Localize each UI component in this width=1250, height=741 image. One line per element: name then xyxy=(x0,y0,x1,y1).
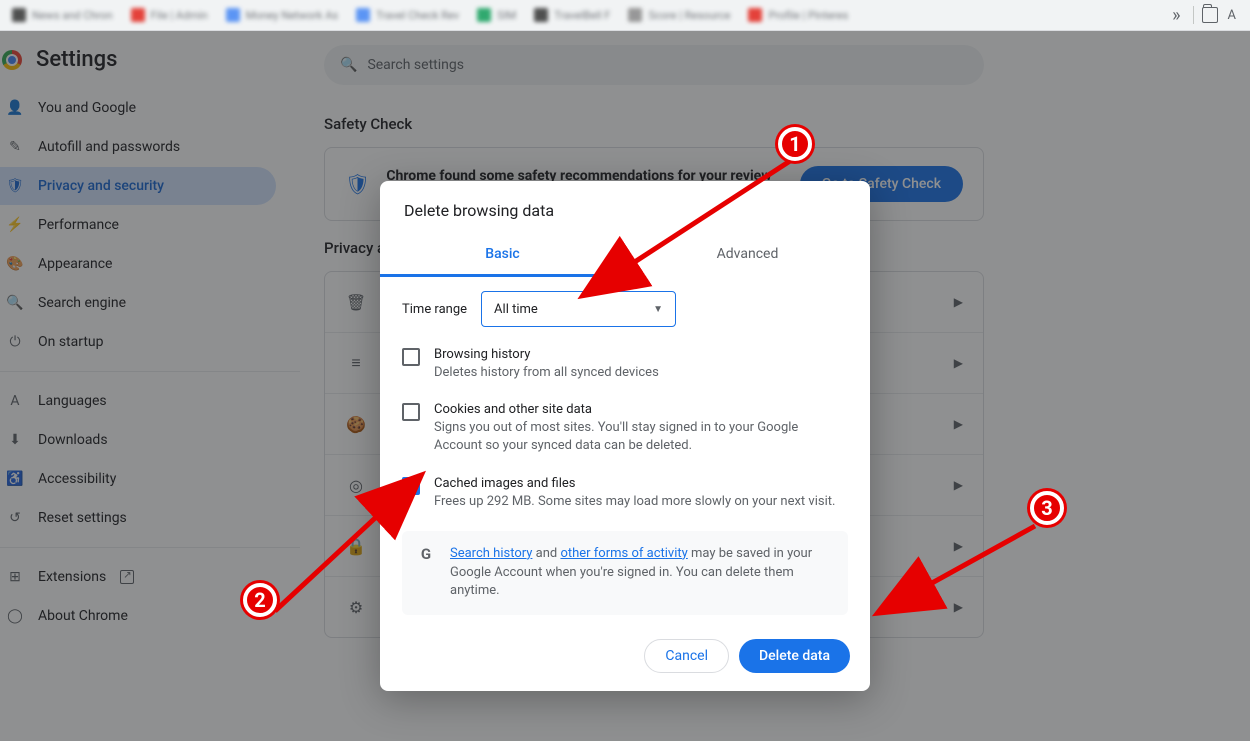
delete-browsing-data-dialog: Delete browsing data Basic Advanced Time… xyxy=(380,181,870,691)
browser-tabstrip: News and Chron File | Admin Money Networ… xyxy=(0,0,1250,31)
time-range-label: Time range xyxy=(402,302,467,317)
google-account-info: G Search history and other forms of acti… xyxy=(402,531,848,616)
favicon-icon xyxy=(477,8,491,22)
divider xyxy=(1193,6,1194,24)
checkbox-cookies-and-other-site-data[interactable] xyxy=(402,403,420,421)
clear-data-option: Cookies and other site data Signs you ou… xyxy=(402,392,848,465)
browser-tab[interactable]: Score | Resource xyxy=(620,4,738,26)
check-title: Browsing history xyxy=(434,347,848,362)
tab-overflow-button[interactable]: » xyxy=(1172,5,1180,26)
browser-tab[interactable]: File | Admin xyxy=(123,4,216,26)
tab-advanced[interactable]: Advanced xyxy=(625,234,870,277)
search-history-link[interactable]: Search history xyxy=(450,546,532,561)
bookmarks-folder-icon[interactable] xyxy=(1202,7,1218,23)
checkbox-browsing-history[interactable] xyxy=(402,348,420,366)
modal-scrim[interactable]: Delete browsing data Basic Advanced Time… xyxy=(0,31,1250,741)
clear-data-option: Browsing history Deletes history from al… xyxy=(402,337,848,392)
browser-tab[interactable]: News and Chron xyxy=(4,4,121,26)
time-range-select[interactable]: All time ▼ xyxy=(481,291,676,327)
favicon-icon xyxy=(356,8,370,22)
other-activity-link[interactable]: other forms of activity xyxy=(560,546,687,561)
dialog-title: Delete browsing data xyxy=(380,181,870,234)
tab-basic[interactable]: Basic xyxy=(380,234,625,277)
cancel-button[interactable]: Cancel xyxy=(644,639,729,673)
favicon-icon xyxy=(131,8,145,22)
favicon-icon xyxy=(226,8,240,22)
favicon-icon xyxy=(628,8,642,22)
check-title: Cached images and files xyxy=(434,476,848,491)
favicon-icon xyxy=(748,8,762,22)
browser-tab[interactable]: Travel Check Rev xyxy=(348,4,467,26)
toolbar-label[interactable]: A xyxy=(1228,8,1236,23)
google-g-icon: G xyxy=(416,545,436,565)
browser-tab[interactable]: Money Network As xyxy=(218,4,346,26)
check-description: Deletes history from all synced devices xyxy=(434,364,848,382)
favicon-icon xyxy=(12,8,26,22)
check-description: Signs you out of most sites. You'll stay… xyxy=(434,419,848,455)
delete-data-button[interactable]: Delete data xyxy=(739,639,850,673)
check-title: Cookies and other site data xyxy=(434,402,848,417)
browser-tab[interactable]: TravelBell F xyxy=(526,4,618,26)
clear-data-option: Cached images and files Frees up 292 MB.… xyxy=(402,466,848,521)
favicon-icon xyxy=(534,8,548,22)
check-description: Frees up 292 MB. Some sites may load mor… xyxy=(434,493,848,511)
browser-tab[interactable]: Profile | Pinteres xyxy=(740,4,856,26)
settings-page: Settings 👤You and Google✎Autofill and pa… xyxy=(0,31,1250,741)
checkbox-cached-images-and-files[interactable] xyxy=(402,477,420,495)
time-range-value: All time xyxy=(494,302,538,317)
browser-tab[interactable]: SIM xyxy=(469,4,524,26)
chevron-down-icon: ▼ xyxy=(653,304,663,315)
